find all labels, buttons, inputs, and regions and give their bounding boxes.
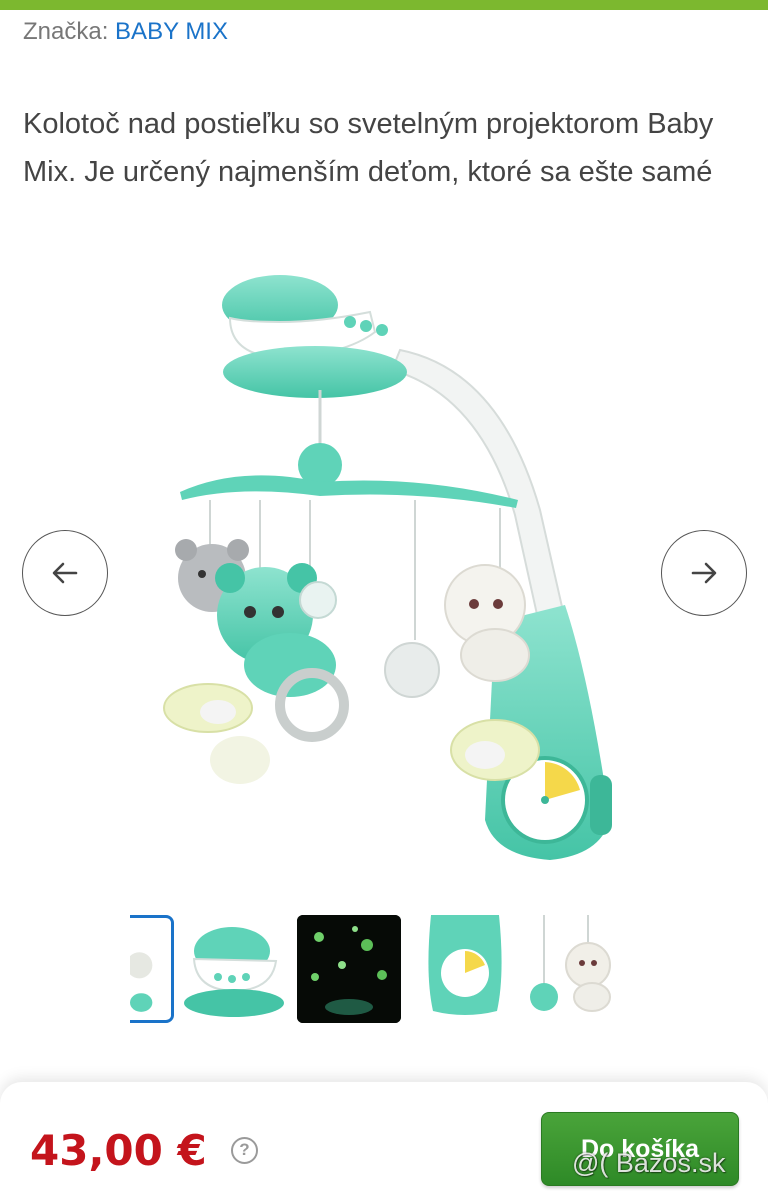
thumbnail-strip: [130, 915, 640, 1025]
product-description: Kolotoč nad postieľku so svetelným proje…: [23, 108, 714, 188]
thumbnail-hanging-toys[interactable]: [528, 915, 620, 1023]
thumbnail-clock-base[interactable]: [413, 915, 517, 1023]
thumbnail-star-projection[interactable]: [297, 915, 401, 1023]
brand-row: Značka: BABY MIX: [23, 16, 228, 48]
product-price: 43,00 €: [30, 1126, 207, 1175]
purchase-bar: 43,00 € ? Do košíka: [0, 1082, 768, 1200]
brand-link[interactable]: BABY MIX: [115, 18, 228, 45]
baby-mobile-illustration: [163, 275, 612, 860]
thumbnail-projector[interactable]: [182, 915, 286, 1023]
price-help-icon[interactable]: ?: [231, 1137, 258, 1164]
top-accent-bar: [0, 0, 768, 10]
arrow-right-icon: [691, 562, 717, 584]
thumbnail-mobile-detail[interactable]: [130, 915, 174, 1023]
arrow-left-icon: [52, 562, 78, 584]
add-to-cart-button[interactable]: Do košíka: [541, 1112, 739, 1186]
brand-label: Značka:: [23, 18, 109, 45]
product-image: [120, 260, 648, 880]
gallery-prev-button[interactable]: [22, 530, 108, 616]
gallery-next-button[interactable]: [661, 530, 747, 616]
